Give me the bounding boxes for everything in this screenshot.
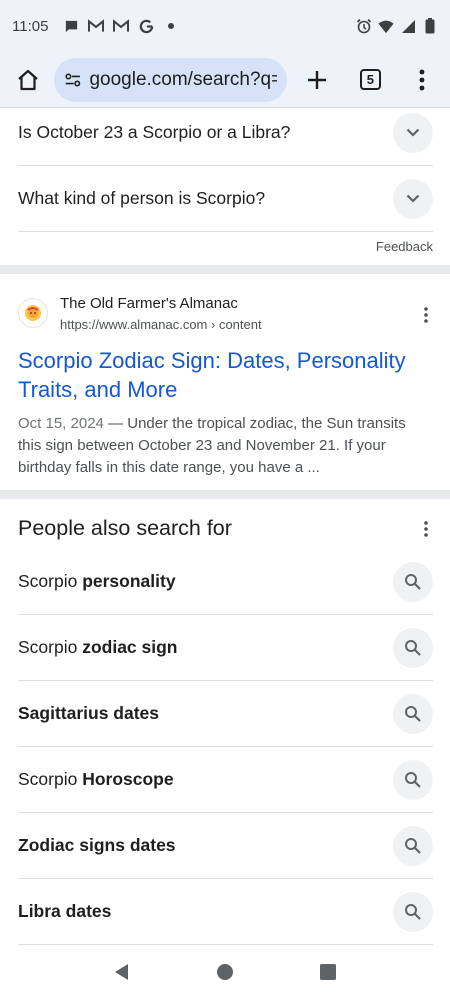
url-text: google.com/search?q=sc <box>89 68 276 90</box>
related-search-label: Zodiac signs dates <box>18 835 176 855</box>
site-favicon[interactable] <box>18 298 48 328</box>
almanac-logo-icon <box>25 305 41 321</box>
related-search-label: Scorpio Horoscope <box>18 769 174 789</box>
more-vert-icon <box>424 307 428 323</box>
battery-icon <box>422 18 438 34</box>
section-divider <box>0 490 450 499</box>
people-also-search-title: People also search for <box>18 516 232 540</box>
search-icon <box>405 903 421 920</box>
site-url-domain: https://www.almanac.com <box>60 317 208 332</box>
expand-button[interactable] <box>393 178 433 219</box>
alarm-icon <box>356 18 372 34</box>
related-search-item[interactable]: Scorpio Horoscope <box>18 747 433 813</box>
home-icon <box>18 69 38 90</box>
related-search-label: Sagittarius dates <box>18 703 160 723</box>
more-vert-icon <box>424 521 428 537</box>
search-button[interactable] <box>393 693 433 734</box>
chevron-down-icon <box>406 128 420 137</box>
related-search-label: Libra dates <box>18 901 112 921</box>
gmail-icon <box>88 18 105 34</box>
result-snippet: Oct 15, 2024 — Under the tropical zodiac… <box>18 413 433 479</box>
home-nav-button[interactable] <box>216 963 234 986</box>
back-triangle-icon <box>114 963 128 980</box>
wifi-icon <box>378 18 394 34</box>
feedback-link[interactable]: Feedback <box>376 239 433 254</box>
site-url[interactable]: https://www.almanac.com › content <box>60 317 262 332</box>
url-bar[interactable]: google.com/search?q=sc <box>53 57 287 102</box>
status-time: 11:05 <box>12 17 49 35</box>
search-icon <box>405 639 421 656</box>
section-divider <box>0 265 450 274</box>
faq-question: What kind of person is Scorpio? <box>18 188 266 208</box>
home-button[interactable] <box>8 60 48 100</box>
related-search-label: Scorpio personality <box>18 571 176 591</box>
site-settings-icon[interactable] <box>64 70 82 90</box>
home-circle-icon <box>216 963 233 980</box>
faq-item[interactable]: What kind of person is Scorpio? <box>18 166 433 232</box>
pas-options-button[interactable] <box>416 517 436 541</box>
chevron-down-icon <box>406 194 420 203</box>
menu-button[interactable] <box>402 60 442 100</box>
search-icon <box>405 573 421 590</box>
faq-item[interactable]: Is October 23 a Scorpio or a Libra? <box>18 100 433 166</box>
result-options-button[interactable] <box>416 303 436 327</box>
result-title-link[interactable]: Scorpio Zodiac Sign: Dates, Personality … <box>18 346 433 404</box>
more-vert-icon <box>419 69 425 90</box>
search-icon <box>405 837 421 854</box>
related-search-item[interactable]: Scorpio personality <box>18 549 433 615</box>
system-nav-bar <box>0 948 450 1000</box>
snippet-date: Oct 15, 2024 <box>18 415 104 432</box>
chat-icon <box>63 18 79 34</box>
tab-switcher-button[interactable]: 5 <box>350 60 390 100</box>
signal-icon <box>400 18 416 34</box>
search-icon <box>405 705 421 722</box>
google-icon <box>138 18 154 34</box>
search-button[interactable] <box>393 891 433 932</box>
search-button[interactable] <box>393 561 433 602</box>
related-search-item[interactable]: Libra dates <box>18 879 433 945</box>
faq-question: Is October 23 a Scorpio or a Libra? <box>18 122 291 142</box>
search-icon <box>405 771 421 788</box>
dot-icon <box>163 18 179 34</box>
related-search-item[interactable]: Sagittarius dates <box>18 681 433 747</box>
related-search-item[interactable]: Zodiac signs dates <box>18 813 433 879</box>
recents-square-icon <box>320 963 337 980</box>
gmail-icon <box>113 18 130 34</box>
search-button[interactable] <box>393 825 433 866</box>
site-url-path: › content <box>207 317 262 332</box>
new-tab-button[interactable] <box>297 60 337 100</box>
recents-button[interactable] <box>319 963 337 986</box>
expand-button[interactable] <box>393 112 433 153</box>
plus-icon <box>307 70 326 89</box>
related-search-item[interactable]: Scorpio zodiac sign <box>18 615 433 681</box>
related-search-label: Scorpio zodiac sign <box>18 637 178 657</box>
search-button[interactable] <box>393 759 433 800</box>
tab-count: 5 <box>359 69 381 90</box>
search-button[interactable] <box>393 627 433 668</box>
status-bar: 11:05 <box>0 0 450 52</box>
back-button[interactable] <box>113 963 131 986</box>
site-name[interactable]: The Old Farmer's Almanac <box>60 295 238 312</box>
